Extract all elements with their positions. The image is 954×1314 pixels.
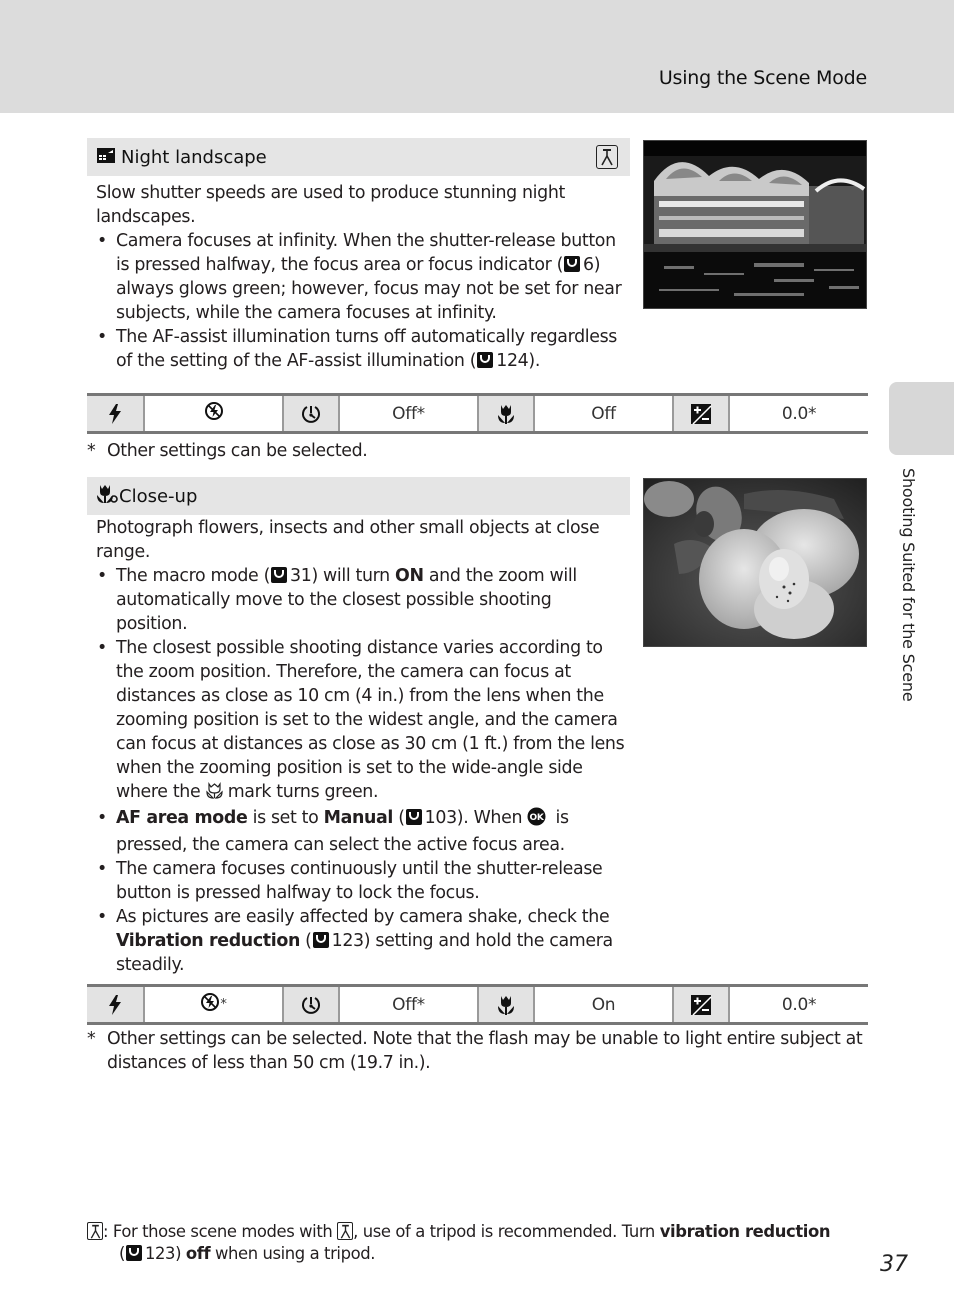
page-reference: 103: [424, 808, 458, 828]
night-landscape-settings-table: Off* Off 0.0*: [87, 393, 868, 434]
bullet-item: Camera focuses at infinity. When the shu…: [96, 229, 626, 325]
flash-off-icon: [204, 401, 224, 426]
exposure-compensation-value: 0.0*: [728, 396, 868, 431]
flash-off-icon: [200, 992, 220, 1017]
reference-icon: [126, 1245, 142, 1261]
page-reference: 123: [145, 1244, 176, 1263]
macro-mode-value: On: [533, 987, 672, 1022]
macro-mark-icon: [205, 782, 223, 806]
macro-mode-value: Off: [533, 396, 672, 431]
exposure-compensation-icon: [672, 396, 728, 431]
page-reference: 31: [290, 566, 312, 586]
reference-icon: [405, 809, 422, 825]
exposure-compensation-value: 0.0*: [728, 987, 868, 1022]
flash-mode-value: [143, 396, 282, 431]
self-timer-icon: [282, 396, 338, 431]
self-timer-icon: [282, 987, 338, 1022]
reference-icon: [312, 932, 329, 948]
tripod-icon: [337, 1222, 354, 1240]
reference-icon: [564, 256, 581, 272]
reference-icon: [271, 567, 287, 583]
page-reference: 124: [496, 351, 529, 371]
section-header-close-up: Close-up: [87, 477, 630, 515]
night-landscape-photo: [643, 140, 867, 309]
bullet-item: The closest possible shooting distance v…: [96, 636, 626, 806]
reference-icon: [477, 352, 494, 368]
bullet-item: As pictures are easily affected by camer…: [96, 905, 626, 977]
macro-mode-icon: [477, 987, 533, 1022]
close-up-footnote: * Other settings can be selected. Note t…: [87, 1029, 863, 1073]
chapter-tab-label: Shooting Suited for the Scene: [899, 468, 918, 702]
macro-mode-icon: [477, 396, 533, 431]
section-title: Night landscape: [121, 146, 267, 168]
page-reference: 6: [583, 255, 594, 275]
intro-text: Photograph flowers, insects and other sm…: [96, 518, 600, 562]
exposure-compensation-icon: [672, 987, 728, 1022]
tripod-icon: [87, 1222, 103, 1240]
close-up-photo: [643, 478, 867, 647]
close-up-settings-table: * Off* On 0.0*: [87, 984, 868, 1025]
night-landscape-description: Slow shutter speeds are used to produce …: [96, 181, 626, 373]
header-band: [0, 0, 954, 113]
tripod-note: : For those scene modes with , use of a …: [87, 1221, 857, 1265]
svg-text:OK: OK: [530, 813, 545, 823]
bullet-item: The AF-assist illumination turns off aut…: [96, 325, 626, 373]
tripod-icon: [596, 145, 618, 169]
night-landscape-footnote: * Other settings can be selected.: [87, 441, 368, 461]
close-up-description: Photograph flowers, insects and other sm…: [96, 516, 626, 977]
section-title: Close-up: [119, 485, 198, 507]
flash-mode-value: *: [143, 987, 282, 1022]
bullet-item: AF area mode is set to Manual (103). Whe…: [96, 806, 626, 857]
intro-text: Slow shutter speeds are used to produce …: [96, 183, 565, 227]
self-timer-value: Off*: [338, 987, 477, 1022]
bullet-item: The macro mode (31) will turn ON and the…: [96, 564, 626, 636]
page-reference: 123: [331, 931, 365, 951]
ok-button-icon: OK: [527, 807, 546, 833]
bullet-item: The camera focuses continuously until th…: [96, 857, 626, 905]
section-header-night-landscape: Night landscape: [87, 138, 630, 176]
flash-mode-icon: [87, 987, 143, 1022]
night-landscape-icon: [96, 146, 116, 169]
close-up-icon: [96, 484, 118, 509]
self-timer-value: Off*: [338, 396, 477, 431]
flash-mode-icon: [87, 396, 143, 431]
chapter-tab: [889, 382, 954, 455]
running-head: Using the Scene Mode: [658, 67, 867, 89]
page-number: 37: [880, 1252, 908, 1277]
